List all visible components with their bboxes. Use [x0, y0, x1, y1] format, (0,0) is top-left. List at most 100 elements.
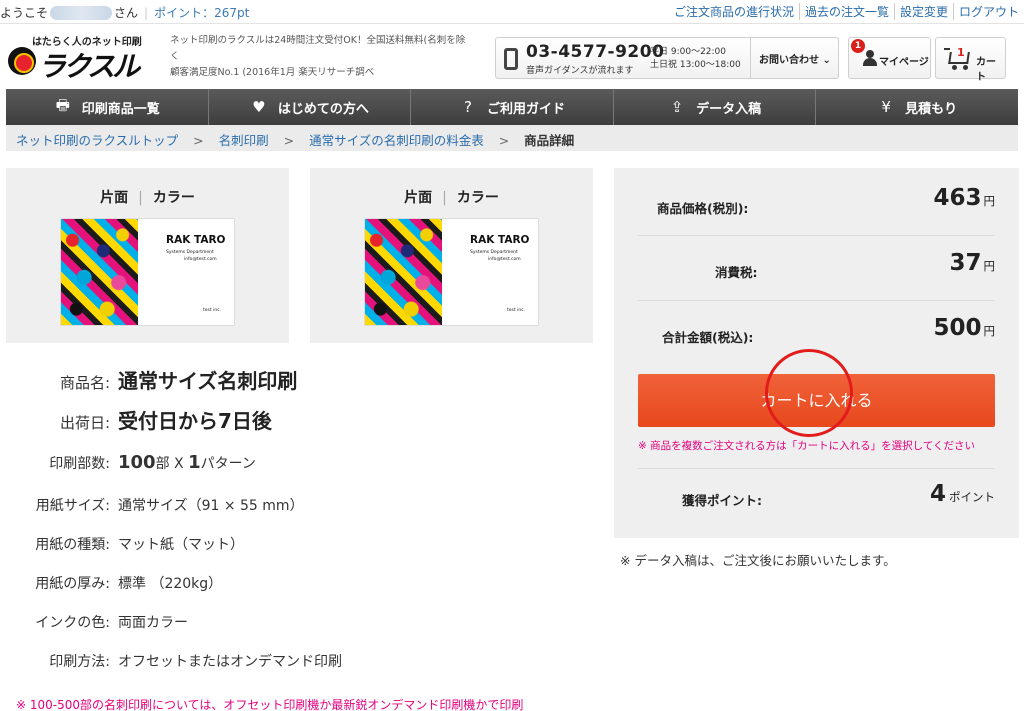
inquiry-dropdown[interactable]: お問い合わせ ⌄ — [750, 38, 839, 78]
paper-size-label: 用紙サイズ: — [35, 498, 110, 514]
quantity-value: 100部 X 1パターン — [118, 452, 256, 473]
nav-label: 見積もり — [905, 101, 958, 117]
nav-upload[interactable]: ⇪ データ入稿 — [614, 89, 817, 125]
card-company: test inc. — [203, 308, 222, 313]
business-card-image: RAK TARO Systems Department info@test.co… — [364, 218, 539, 326]
total-row: 合計金額(税込): 500 円 — [638, 301, 995, 366]
total-amount: 500 — [933, 315, 982, 341]
points-unit: ポイント — [949, 490, 995, 504]
breadcrumb-separator: > — [498, 133, 510, 148]
help-icon: ? — [463, 98, 472, 116]
phone-icon — [504, 48, 518, 70]
card-department: Systems Department — [470, 250, 518, 255]
card-preview-back: 片面 | カラー RAK TARO Systems Department info@… — [310, 168, 593, 343]
paper-type-label: 用紙の種類: — [35, 537, 110, 553]
breadcrumb-separator: > — [193, 133, 204, 148]
site-header: はたらく人のネット印刷 ラクスル ネット印刷のラクスルは24時間注文受付OK！全… — [0, 25, 1024, 88]
hours-weekday: 平日 9:00～22:00 — [650, 47, 727, 57]
tax-label: 消費税: — [715, 265, 758, 280]
top-bar: ようこそ さん | ポイント：267pt ご注文商品の進行状況 過去の注文一覧 … — [0, 0, 1024, 24]
price-amount: 463 — [933, 185, 982, 211]
card-artwork — [365, 219, 442, 325]
cart-note: ※ 商品を複数ご注文される方は「カートに入れる」を選択してください — [638, 440, 976, 452]
total-label: 合計金額(税込): — [662, 330, 754, 345]
price-row: 商品価格(税別): 463 円 — [638, 168, 995, 236]
mypage-button[interactable]: 1 マイページ — [848, 37, 931, 79]
hours-weekend: 土日祝 13:00～18:00 — [650, 60, 741, 70]
card-email: info@test.com — [488, 257, 521, 262]
cart-count: 1 — [957, 46, 965, 59]
price-label: 商品価格(税別): — [657, 201, 749, 216]
logout-link[interactable]: ログアウト — [952, 3, 1024, 20]
print-note: ※ 100-500部の名刺印刷については、オフセット印刷機か最新鋭オンデマンド印… — [16, 698, 524, 711]
paper-thickness-value: 標準 （220kg） — [118, 576, 223, 592]
price-value: 463 円 — [933, 185, 995, 211]
data-upload-note: ※ データ入稿は、ご注文後にお願いいたします。 — [620, 553, 896, 568]
preview-side: 片面 — [404, 190, 433, 206]
pattern-unit: パターン — [200, 456, 256, 472]
ship-date-label: 出荷日: — [59, 414, 110, 432]
preview-title: 片面 | カラー — [100, 190, 195, 206]
phone-guidance: 音声ガイダンスが流れます — [526, 66, 634, 76]
paper-type-value: マット紙（マット） — [118, 537, 244, 553]
ink-color-value: 両面カラー — [118, 615, 188, 631]
welcome-suffix: さん — [114, 6, 139, 20]
phone-contact: 03-4577-9200 音声ガイダンスが流れます 平日 9:00～22:00 … — [495, 37, 839, 79]
quantity-row: 印刷部数: 100部 X 1パターン — [0, 452, 600, 473]
nav-label: 印刷商品一覧 — [81, 101, 160, 117]
points-value: 4 ポイント — [930, 481, 995, 507]
quantity-count: 100 — [118, 452, 156, 473]
price-summary: 商品価格(税別): 463 円 消費税: 37 円 合計金額(税込): 500 円 カ… — [614, 168, 1019, 538]
user-icon — [863, 50, 877, 66]
card-preview-front: 片面 | カラー RAK TARO Systems Department info@… — [6, 168, 289, 343]
tax-row: 消費税: 37 円 — [638, 236, 995, 301]
nav-products[interactable]: 🖶 印刷商品一覧 — [6, 89, 209, 125]
points-label: 獲得ポイント: — [682, 493, 762, 508]
print-method-row: 印刷方法: オフセットまたはオンデマンド印刷 — [0, 651, 600, 671]
cart-label: カート — [976, 57, 996, 83]
breadcrumb-separator: > — [283, 133, 295, 148]
product-name-row: 商品名: 通常サイズ名刺印刷 — [0, 365, 600, 394]
nav-beginners[interactable]: ♥ はじめての方へ — [209, 89, 412, 125]
order-history-link[interactable]: 過去の注文一覧 — [798, 3, 894, 20]
order-status-link[interactable]: ご注文商品の進行状況 — [669, 3, 799, 20]
phone-number: 03-4577-9200 — [526, 42, 665, 62]
blurred-username — [50, 5, 113, 20]
cart-button[interactable]: 1 カート — [935, 37, 1006, 83]
nav-label: はじめての方へ — [277, 101, 369, 117]
printer-icon: 🖶 — [55, 95, 70, 114]
preview-side: 片面 — [100, 190, 129, 206]
paper-thickness-row: 用紙の厚み: 標準 （220kg） — [0, 573, 600, 593]
card-company: test inc. — [507, 308, 526, 313]
divider: | — [144, 5, 149, 20]
pattern-count: 1 — [188, 452, 201, 473]
breadcrumb-home[interactable]: ネット印刷のラクスルトップ — [16, 133, 178, 148]
preview-color: カラー — [456, 190, 499, 206]
business-hours: 平日 9:00～22:00 土日祝 13:00～18:00 — [650, 46, 741, 72]
nav-label: ご利用ガイド — [486, 101, 565, 117]
points-amount: 4 — [929, 481, 946, 507]
ship-date-value: 受付日から7日後 — [118, 409, 272, 433]
inquiry-label: お問い合わせ — [759, 55, 819, 66]
heart-icon: ♥ — [252, 98, 266, 116]
add-to-cart-button[interactable]: カートに入れる — [638, 374, 995, 427]
welcome-message: ようこそ さん | ポイント：267pt — [0, 4, 249, 21]
nav-guide[interactable]: ? ご利用ガイド — [411, 89, 614, 125]
card-department: Systems Department — [166, 250, 214, 255]
mypage-label: マイページ — [879, 57, 929, 68]
breadcrumb-business-cards[interactable]: 名刺印刷 — [219, 133, 269, 148]
settings-link[interactable]: 設定変更 — [893, 3, 953, 20]
site-logo[interactable]: はたらく人のネット印刷 ラクスル — [8, 33, 143, 83]
breadcrumb-price-table[interactable]: 通常サイズの名刺印刷の料金表 — [309, 133, 484, 148]
main-nav: 🖶 印刷商品一覧 ♥ はじめての方へ ? ご利用ガイド ⇪ データ入稿 ¥ 見積… — [6, 89, 1018, 125]
site-description: ネット印刷のラクスルは24時間注文受付OK！全国送料無料(名刺を除く 顧客満足度… — [170, 33, 470, 81]
currency-unit: 円 — [983, 324, 996, 338]
logo-mark-icon — [8, 47, 36, 75]
preview-color: カラー — [152, 190, 195, 206]
quantity-unit: 部 — [155, 456, 170, 472]
product-name-value: 通常サイズ名刺印刷 — [118, 369, 298, 393]
yen-icon: ¥ — [881, 98, 891, 116]
welcome-prefix: ようこそ — [0, 6, 49, 20]
ink-color-label: インクの色: — [35, 615, 110, 631]
nav-estimate[interactable]: ¥ 見積もり — [816, 89, 1018, 125]
